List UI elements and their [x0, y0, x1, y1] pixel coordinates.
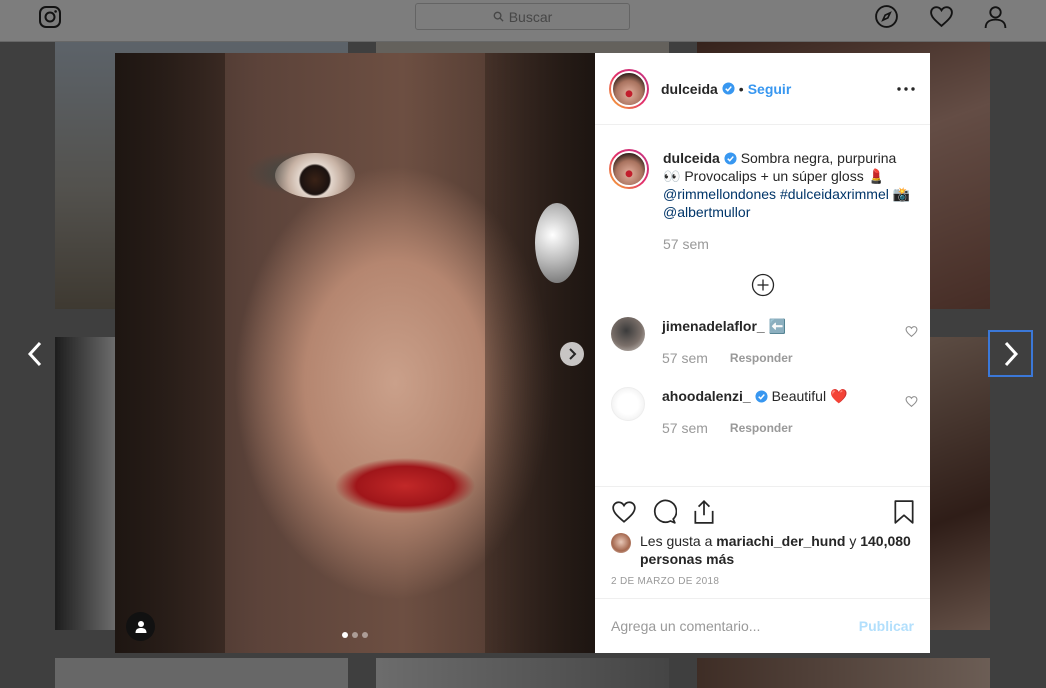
verified-badge-icon [722, 82, 735, 95]
liker-username[interactable]: mariachi_der_hund [716, 533, 845, 549]
post-date[interactable]: 2 DE MARZO DE 2018 [611, 576, 719, 587]
caption-timestamp[interactable]: 57 sem [663, 235, 709, 253]
share-icon[interactable] [691, 499, 717, 525]
caption-author-avatar[interactable] [609, 149, 649, 189]
carousel-dot [362, 632, 368, 638]
post-header: dulceida • Seguir [595, 53, 930, 125]
like-icon[interactable] [611, 499, 637, 525]
chevron-left-icon [27, 341, 42, 367]
comment-timestamp[interactable]: 57 sem [662, 419, 708, 437]
verified-badge-icon [755, 390, 768, 403]
publish-button[interactable]: Publicar [859, 618, 914, 634]
carousel-next-button[interactable] [560, 342, 584, 366]
carousel-dot [352, 632, 358, 638]
next-post-button[interactable] [988, 330, 1033, 377]
chevron-right-icon [1004, 341, 1018, 366]
likes-conjunction: y [849, 533, 857, 549]
carousel-dot [342, 632, 348, 638]
caption-mention-link[interactable]: @rimmellondones [663, 186, 776, 202]
commenter-username[interactable]: ahoodalenzi_ [662, 388, 751, 404]
caption-mention-link[interactable]: @albertmullor [663, 204, 750, 220]
likes-prefix: Les gusta a [640, 533, 713, 549]
post-photo[interactable] [115, 53, 595, 653]
comment-timestamp[interactable]: 57 sem [662, 349, 708, 367]
caption-username[interactable]: dulceida [663, 150, 720, 166]
comment-icon[interactable] [651, 499, 677, 525]
more-options-icon[interactable] [896, 81, 916, 97]
likes-summary: Les gusta a mariachi_der_hund y 140,080 … [611, 532, 930, 568]
chevron-right-icon [569, 348, 577, 360]
comments-section[interactable]: dulceida Sombra negra, purpurina 👀 Provo… [595, 125, 930, 486]
post-sidebar: dulceida • Seguir dulceida Sombra negra,… [595, 53, 930, 653]
caption-camera-emoji: 📸 [892, 186, 911, 202]
comment-item: jimenadelaflor_ ⬅️ 57 sem Responder [595, 317, 930, 367]
caption-hashtag-link[interactable]: #dulceidaxrimmel [780, 186, 889, 202]
comment-item: ahoodalenzi_ Beautiful ❤️ 57 sem Respond… [595, 387, 930, 437]
header-separator: • [738, 80, 744, 97]
load-more-comments-button[interactable] [595, 273, 930, 297]
add-comment-form: Publicar [595, 598, 930, 653]
tagged-users-button[interactable] [126, 612, 155, 641]
comment-text: ⬅️ [768, 318, 787, 334]
user-tag-icon [135, 621, 146, 633]
post-actions: Les gusta a mariachi_der_hund y 140,080 … [595, 486, 930, 598]
comment-like-icon[interactable] [905, 395, 918, 408]
comment-input[interactable] [611, 618, 859, 634]
commenter-avatar[interactable] [611, 317, 645, 351]
plus-circle-icon [751, 273, 774, 297]
reply-button[interactable]: Responder [730, 419, 793, 437]
author-username[interactable]: dulceida [661, 81, 718, 97]
follow-button[interactable]: Seguir [748, 81, 792, 97]
reply-button[interactable]: Responder [730, 349, 793, 367]
previous-post-button[interactable] [20, 336, 50, 372]
comment-like-icon[interactable] [905, 325, 918, 338]
post-modal: dulceida • Seguir dulceida Sombra negra,… [115, 53, 930, 653]
bookmark-icon[interactable] [891, 499, 917, 525]
carousel-indicator [342, 632, 368, 638]
liker-avatar[interactable] [611, 533, 631, 553]
commenter-avatar[interactable] [611, 387, 645, 421]
author-avatar[interactable] [609, 68, 649, 109]
verified-badge-icon [724, 152, 737, 165]
post-caption: dulceida Sombra negra, purpurina 👀 Provo… [595, 125, 930, 253]
comment-text: Beautiful ❤️ [771, 388, 848, 404]
commenter-username[interactable]: jimenadelaflor_ [662, 318, 765, 334]
